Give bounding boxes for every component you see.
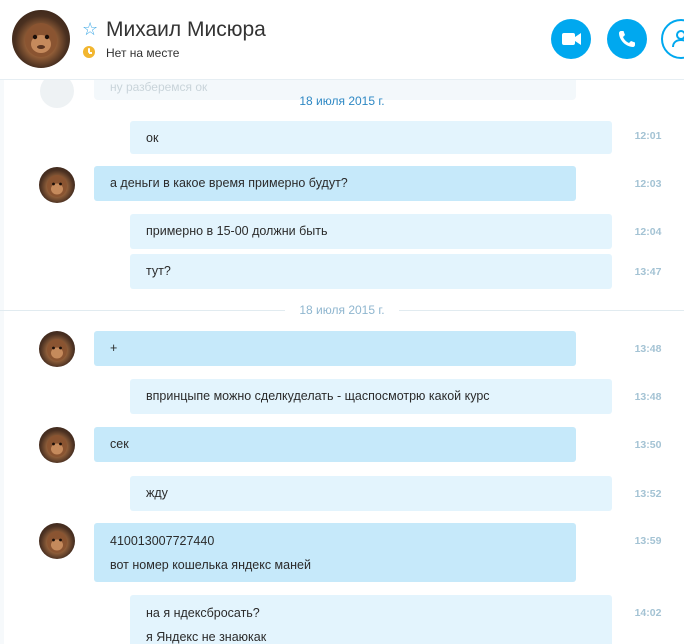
message-line: вот номер кошелька яндекс маней [110, 558, 311, 572]
message-time: 13:52 [634, 488, 662, 500]
message-time: 13:59 [634, 535, 662, 547]
message-time: 12:01 [634, 130, 662, 142]
contact-avatar-small[interactable] [39, 167, 75, 203]
message-time: 13:47 [634, 266, 662, 278]
date-separator: 18 июля 2015 г. [299, 94, 385, 108]
add-person-icon [672, 30, 684, 48]
message-outgoing[interactable]: впринцыпе можно сделкуделать - щаспосмот… [130, 379, 612, 414]
message-line: 410013007727440 [110, 534, 215, 548]
message-time: 12:04 [634, 226, 662, 238]
message-time: 12:03 [634, 178, 662, 190]
date-separator: 18 июля 2015 г. [0, 303, 684, 317]
phone-icon [619, 31, 635, 47]
contact-avatar-small[interactable] [39, 331, 75, 367]
conversation-area[interactable]: ну разберемся ок 18 июля 2015 г. ок 12:0… [0, 80, 684, 644]
audio-call-button[interactable] [607, 19, 647, 59]
message-time: 13:48 [634, 391, 662, 403]
message-incoming[interactable]: а деньги в какое время примерно будут? [94, 166, 576, 201]
message-outgoing[interactable]: жду [130, 476, 612, 511]
message-incoming[interactable]: + [94, 331, 576, 366]
message-line: я Яндекс не знаюкак [146, 630, 267, 644]
contact-name: Михаил Мисюра [106, 18, 266, 41]
add-person-button[interactable] [661, 19, 684, 59]
message-outgoing[interactable]: на я ндексбросать? я Яндекс не знаюкак [130, 595, 612, 644]
contact-avatar[interactable] [12, 10, 70, 68]
message-outgoing[interactable]: ок [130, 121, 612, 154]
message-incoming[interactable]: 410013007727440 вот номер кошелька яндек… [94, 523, 576, 582]
video-call-button[interactable] [551, 19, 591, 59]
contact-avatar-small[interactable] [39, 427, 75, 463]
message-incoming[interactable]: сек [94, 427, 576, 462]
message-time: 13:50 [634, 439, 662, 451]
message-time: 13:48 [634, 343, 662, 355]
video-camera-icon [562, 33, 581, 45]
message-line: на я ндексбросать? [146, 606, 260, 620]
away-clock-icon [83, 46, 95, 58]
message-outgoing[interactable]: тут? [130, 254, 612, 289]
favorite-star-icon[interactable]: ☆ [82, 20, 98, 38]
contact-status: Нет на месте [106, 46, 180, 60]
message-time: 14:02 [634, 607, 662, 619]
chat-header: ☆ Михаил Мисюра Нет на месте [0, 0, 684, 80]
contact-avatar-small[interactable] [39, 523, 75, 559]
message-outgoing[interactable]: примерно в 15-00 должни быть [130, 214, 612, 249]
